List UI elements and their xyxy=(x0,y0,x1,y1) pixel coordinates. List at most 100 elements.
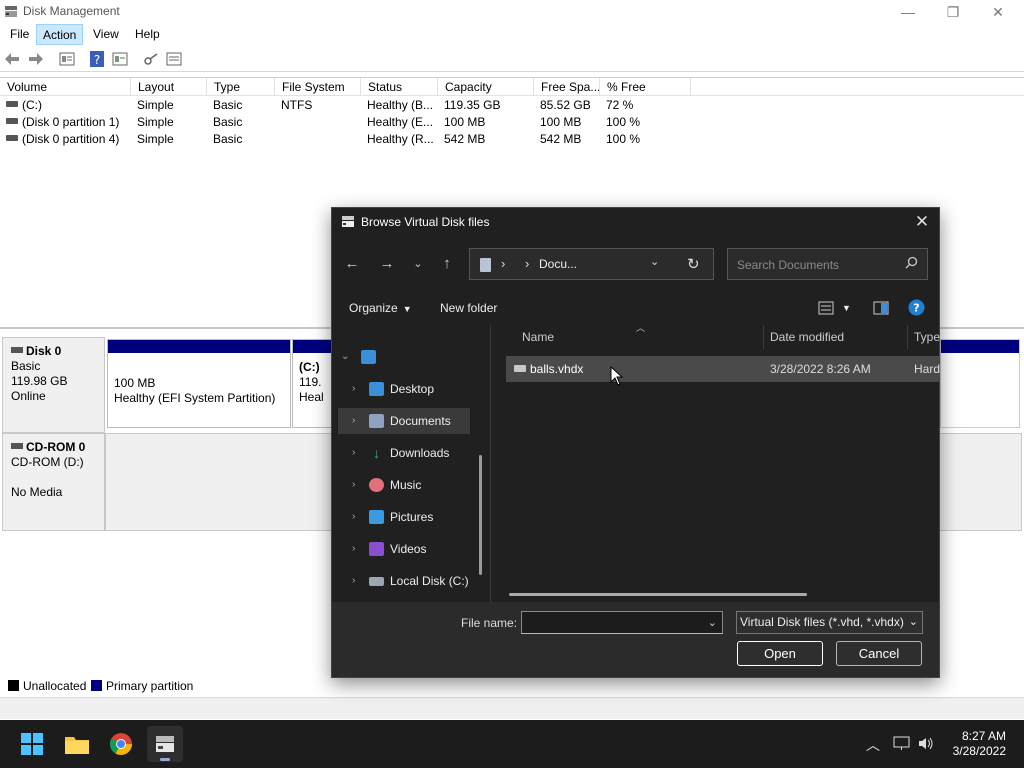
close-button[interactable]: ✕ xyxy=(985,2,1011,22)
chevron-right-icon[interactable]: › xyxy=(352,536,355,562)
back-arrow-icon[interactable] xyxy=(4,50,22,68)
file-name-field[interactable]: ⌄ xyxy=(521,611,723,634)
address-bar[interactable]: › › Docu... ⌄ ↻ xyxy=(469,248,714,280)
table-row[interactable]: (Disk 0 partition 1) Simple Basic Health… xyxy=(0,114,1024,131)
column-file-system[interactable]: File System xyxy=(275,78,361,96)
chevron-down-icon[interactable]: ▼ xyxy=(842,303,851,313)
column-volume[interactable]: Volume xyxy=(0,78,131,96)
vhdx-file-icon xyxy=(514,365,526,372)
console-icon[interactable] xyxy=(111,50,129,68)
start-button[interactable] xyxy=(14,726,50,762)
breadcrumb-folder[interactable]: Docu... xyxy=(539,257,577,271)
disk-management-taskbar-button[interactable] xyxy=(147,726,183,762)
cancel-button[interactable]: Cancel xyxy=(836,641,922,666)
chrome-button[interactable] xyxy=(103,726,139,762)
file-item[interactable]: balls.vhdx 3/28/2022 8:26 AM Hard xyxy=(506,356,940,382)
volume-type: Basic xyxy=(213,115,243,129)
column-capacity[interactable]: Capacity xyxy=(438,78,534,96)
sidebar-item-videos[interactable]: › Videos xyxy=(332,536,489,562)
back-arrow-icon[interactable]: ← xyxy=(341,253,363,275)
properties-icon[interactable] xyxy=(58,50,76,68)
up-arrow-icon[interactable]: ↑ xyxy=(436,253,458,275)
chevron-down-icon: ▼ xyxy=(402,304,412,314)
new-folder-button[interactable]: New folder xyxy=(440,301,497,315)
disk-management-icon xyxy=(5,6,17,17)
start-icon xyxy=(21,733,43,755)
chevron-right-icon[interactable]: › xyxy=(352,472,355,498)
file-explorer-button[interactable] xyxy=(59,726,95,762)
sidebar-item-downloads[interactable]: › ↓ Downloads xyxy=(332,440,489,466)
cdrom-0-label[interactable]: CD-ROM 0 CD-ROM (D:) No Media xyxy=(2,433,105,531)
menu-action[interactable]: Action xyxy=(36,24,84,45)
taskbar: ︿ 8:27 AM 3/28/2022 xyxy=(0,720,1024,768)
close-icon[interactable]: ✕ xyxy=(911,211,933,233)
open-button[interactable]: Open xyxy=(737,641,823,666)
list-icon[interactable] xyxy=(165,50,183,68)
search-input[interactable]: Search Documents xyxy=(727,248,928,280)
help-icon[interactable]: ? xyxy=(908,299,925,316)
partition-efi[interactable]: 100 MB Healthy (EFI System Partition) xyxy=(107,339,291,428)
chevron-right-icon[interactable]: › xyxy=(352,504,355,530)
organize-button[interactable]: Organize ▼ xyxy=(349,301,412,315)
menu-file[interactable]: File xyxy=(4,24,35,45)
chevron-down-icon[interactable]: ⌄ xyxy=(708,616,717,629)
column-divider[interactable] xyxy=(907,325,908,349)
column-name[interactable]: Name xyxy=(522,330,554,344)
column-percent-free[interactable]: % Free xyxy=(600,78,691,96)
network-icon[interactable] xyxy=(893,736,910,751)
minimize-button[interactable]: — xyxy=(895,2,921,22)
breadcrumb-separator[interactable]: › xyxy=(501,256,505,271)
view-options-icon[interactable] xyxy=(818,301,834,315)
volume-name: (Disk 0 partition 4) xyxy=(22,132,120,146)
recent-locations-icon[interactable]: ⌄ xyxy=(407,253,429,275)
column-type[interactable]: Type xyxy=(914,330,940,344)
sidebar-item-desktop[interactable]: › Desktop xyxy=(332,376,489,402)
chevron-down-icon[interactable]: ⌄ xyxy=(341,344,349,370)
table-row[interactable]: (Disk 0 partition 4) Simple Basic Health… xyxy=(0,131,1024,148)
column-divider[interactable] xyxy=(763,325,764,349)
menu-view[interactable]: View xyxy=(87,24,125,45)
refresh-icon[interactable]: ↻ xyxy=(687,255,700,273)
download-icon: ↓ xyxy=(373,445,380,461)
volume-percent-free: 100 % xyxy=(606,132,641,146)
preview-pane-icon[interactable] xyxy=(873,301,889,315)
breadcrumb-separator[interactable]: › xyxy=(525,256,529,271)
disk-0-label[interactable]: Disk 0 Basic 119.98 GB Online xyxy=(2,337,105,433)
restore-button[interactable]: ❐ xyxy=(940,2,966,22)
legend: Unallocated Primary partition xyxy=(0,676,1024,696)
clock[interactable]: 8:27 AM 3/28/2022 xyxy=(938,729,1006,759)
column-date-modified[interactable]: Date modified xyxy=(770,330,844,344)
sidebar-item-pictures[interactable]: › Pictures xyxy=(332,504,489,530)
volume-icon[interactable] xyxy=(917,736,935,751)
column-layout[interactable]: Layout xyxy=(131,78,207,96)
chevron-right-icon[interactable]: › xyxy=(352,376,355,402)
chevron-up-icon[interactable]: ︿ xyxy=(866,735,880,755)
menu-help[interactable]: Help xyxy=(129,24,166,45)
legend-primary: Primary partition xyxy=(91,676,193,696)
chevron-right-icon[interactable]: › xyxy=(352,440,355,466)
chevron-down-icon[interactable]: ⌄ xyxy=(650,255,659,268)
nav-this-pc[interactable]: ⌄ xyxy=(332,344,489,370)
horizontal-scrollbar[interactable] xyxy=(509,593,807,596)
nav-scrollbar[interactable] xyxy=(479,455,482,575)
volume-file-system: NTFS xyxy=(281,98,313,112)
sidebar-item-documents[interactable]: › Documents xyxy=(338,408,470,434)
table-row[interactable]: (C:) Simple Basic NTFS Healthy (B... 119… xyxy=(0,97,1024,114)
sidebar-item-local-disk[interactable]: › Local Disk (C:) xyxy=(332,568,489,594)
window-title: Disk Management xyxy=(23,4,120,18)
sidebar-item-music[interactable]: › Music xyxy=(332,472,489,498)
partition-recovery[interactable] xyxy=(940,339,1020,428)
help-icon[interactable]: ? xyxy=(88,50,106,68)
chevron-right-icon[interactable]: › xyxy=(352,408,355,434)
column-free-space[interactable]: Free Spa... xyxy=(534,78,600,96)
file-type-select[interactable]: Virtual Disk files (*.vhd, *.vhdx) ⌄ xyxy=(736,611,923,634)
column-type[interactable]: Type xyxy=(207,78,275,96)
volume-capacity: 542 MB xyxy=(444,132,486,146)
forward-arrow-icon[interactable]: → xyxy=(376,253,398,275)
column-status[interactable]: Status xyxy=(361,78,438,96)
chevron-right-icon[interactable]: › xyxy=(352,568,355,594)
partition-c[interactable]: (C:) 119. Heal xyxy=(292,339,332,428)
disk-management-icon xyxy=(156,736,174,752)
forward-arrow-icon[interactable] xyxy=(26,50,44,68)
key-icon[interactable] xyxy=(142,50,160,68)
